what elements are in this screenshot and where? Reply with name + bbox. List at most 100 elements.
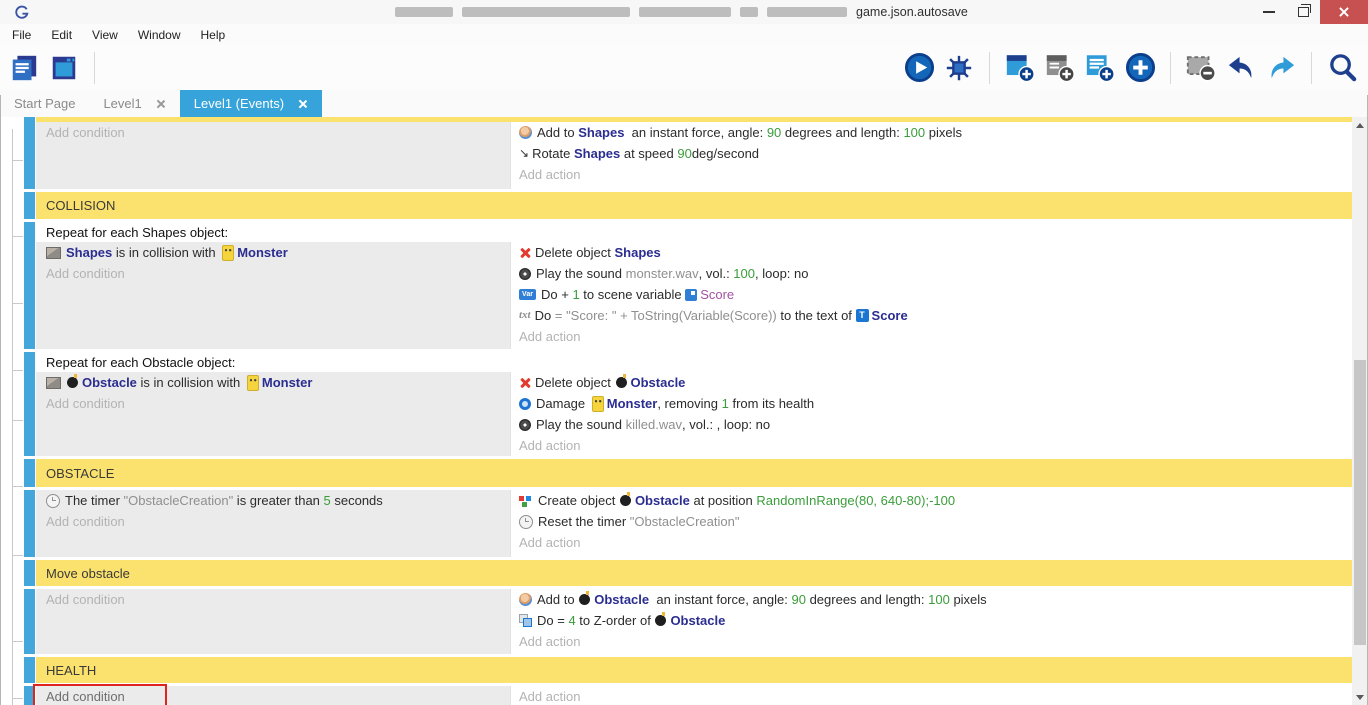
close-button[interactable] xyxy=(1320,0,1368,24)
add-condition-button[interactable]: Add condition xyxy=(36,393,510,413)
vertical-scrollbar[interactable] xyxy=(1352,117,1368,705)
tab-level1-events[interactable]: Level1 (Events) xyxy=(180,90,322,117)
add-action-button[interactable]: Add action xyxy=(511,686,1352,705)
event-handle[interactable] xyxy=(24,657,36,683)
add-subevent-icon[interactable] xyxy=(1044,52,1076,84)
text-segment: seconds xyxy=(331,493,383,508)
add-action-button[interactable]: Add action xyxy=(511,435,1352,455)
menu-help[interactable]: Help xyxy=(191,26,236,44)
rotate-icon: ↘ xyxy=(519,147,529,160)
add-comment-icon[interactable] xyxy=(1084,52,1116,84)
event-group-header: HEALTH xyxy=(24,657,1352,683)
action-line[interactable]: Do = 4 to Z-order of Obstacle xyxy=(511,610,1352,631)
text-segment: 1 xyxy=(572,287,579,302)
action-line[interactable]: VarDo + 1 to scene variable Score xyxy=(511,284,1352,305)
search-icon[interactable] xyxy=(1326,52,1358,84)
start-page-icon[interactable] xyxy=(48,52,80,84)
group-header-label[interactable]: Move obstacle xyxy=(36,566,1352,581)
event-handle[interactable] xyxy=(24,122,36,189)
event-bracket-tick xyxy=(12,303,23,304)
condition-line[interactable]: Shapes is in collision with Monster xyxy=(36,242,510,263)
add-condition-button[interactable]: Add condition xyxy=(36,511,510,531)
text-segment: Add to xyxy=(537,125,578,140)
minimize-button[interactable] xyxy=(1252,0,1286,24)
action-line[interactable]: Delete object Shapes xyxy=(511,242,1352,263)
play-icon[interactable] xyxy=(903,52,935,84)
add-action-button[interactable]: Add action xyxy=(511,532,1352,552)
toolbar-right-group xyxy=(903,52,1358,84)
delete-event-icon[interactable] xyxy=(1185,52,1217,84)
text-segment: Play the sound xyxy=(536,266,626,281)
group-header-label[interactable]: COLLISION xyxy=(36,198,1352,213)
group-header-label[interactable]: HEALTH xyxy=(36,663,1352,678)
menu-edit[interactable]: Edit xyxy=(41,26,82,44)
tab-close-icon[interactable] xyxy=(156,99,166,109)
add-action-button[interactable]: Add action xyxy=(511,164,1352,184)
monster-icon xyxy=(592,396,604,412)
debug-icon[interactable] xyxy=(943,52,975,84)
action-line[interactable]: Add to Obstacle an instant force, angle:… xyxy=(511,589,1352,610)
text-segment: , vol.: xyxy=(699,266,734,281)
text-segment: 100 xyxy=(733,266,755,281)
text-segment: Obstacle xyxy=(635,493,690,508)
action-line[interactable]: Reset the timer "ObstacleCreation" xyxy=(511,511,1352,532)
timer-icon xyxy=(519,515,533,529)
action-line[interactable]: Damage Monster, removing 1 from its heal… xyxy=(511,393,1352,414)
menu-window[interactable]: Window xyxy=(128,26,191,44)
text-segment: The timer xyxy=(65,493,124,508)
action-line[interactable]: ↘Rotate Shapes at speed 90deg/second xyxy=(511,143,1352,164)
tab-level1-scene[interactable]: Level1 xyxy=(89,90,179,117)
event-handle[interactable] xyxy=(24,459,36,487)
event-block: Repeat for each Shapes object:Shapes is … xyxy=(24,222,1352,349)
event-handle[interactable] xyxy=(24,222,36,349)
condition-line[interactable]: Obstacle is in collision with Monster xyxy=(36,372,510,393)
restore-button[interactable] xyxy=(1286,0,1320,24)
redacted-title-text xyxy=(639,7,731,17)
repeat-label[interactable]: Repeat for each Obstacle object: xyxy=(36,352,1352,372)
repeat-label[interactable]: Repeat for each Shapes object: xyxy=(36,222,1352,242)
event-handle[interactable] xyxy=(24,490,36,557)
event-handle[interactable] xyxy=(24,192,36,219)
action-line[interactable]: Delete object Obstacle xyxy=(511,372,1352,393)
conditions-column: Add condition xyxy=(36,686,511,705)
event-handle[interactable] xyxy=(24,589,36,654)
add-action-button[interactable]: Add action xyxy=(511,631,1352,651)
action-line[interactable]: Play the sound killed.wav, vol.: , loop:… xyxy=(511,414,1352,435)
menu-view[interactable]: View xyxy=(82,26,128,44)
text-segment: Monster xyxy=(237,245,288,260)
add-condition-button[interactable]: Add condition xyxy=(36,686,510,705)
text-segment: 90 xyxy=(792,592,806,607)
event-body: Move obstacle xyxy=(36,560,1352,586)
tab-start-page[interactable]: Start Page xyxy=(0,90,89,117)
arrow-up-icon xyxy=(1356,123,1364,128)
group-header-label[interactable]: OBSTACLE xyxy=(36,466,1352,481)
toolbar-separator xyxy=(989,52,990,84)
condition-line[interactable]: The timer "ObstacleCreation" is greater … xyxy=(36,490,510,511)
redo-icon[interactable] xyxy=(1265,52,1297,84)
menu-file[interactable]: File xyxy=(2,26,41,44)
event-handle[interactable] xyxy=(24,560,36,586)
undo-icon[interactable] xyxy=(1225,52,1257,84)
action-line[interactable]: Create object Obstacle at position Rando… xyxy=(511,490,1352,511)
text-segment: Score xyxy=(872,308,908,323)
add-event-icon[interactable] xyxy=(1004,52,1036,84)
add-condition-button[interactable]: Add condition xyxy=(36,263,510,283)
add-condition-button[interactable]: Add condition xyxy=(36,589,510,609)
add-action-button[interactable]: Add action xyxy=(511,326,1352,346)
event-handle[interactable] xyxy=(24,352,36,456)
text-segment: monster.wav xyxy=(626,266,699,281)
text-segment: Shapes xyxy=(578,125,624,140)
event-group-header: OBSTACLE xyxy=(24,459,1352,487)
event-block: Add conditionAdd action xyxy=(24,686,1352,705)
project-manager-icon[interactable] xyxy=(8,52,40,84)
tab-close-icon[interactable] xyxy=(298,99,308,109)
add-condition-button[interactable]: Add condition xyxy=(36,122,510,142)
scroll-up-button[interactable] xyxy=(1352,117,1368,133)
event-handle[interactable] xyxy=(24,686,36,705)
action-line[interactable]: Play the sound monster.wav, vol.: 100, l… xyxy=(511,263,1352,284)
scroll-down-button[interactable] xyxy=(1352,689,1368,705)
scrollbar-thumb[interactable] xyxy=(1354,360,1366,645)
add-other-event-icon[interactable] xyxy=(1124,52,1156,84)
action-line[interactable]: txtDo = "Score: " + ToString(Variable(Sc… xyxy=(511,305,1352,326)
action-line[interactable]: Add to Shapes an instant force, angle: 9… xyxy=(511,122,1352,143)
